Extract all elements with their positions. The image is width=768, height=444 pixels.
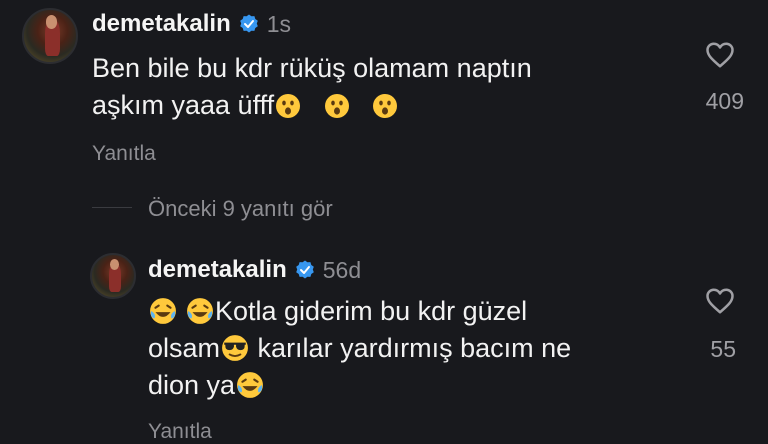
- comment-text-line-2-end: karılar yardırmış bacım ne: [257, 333, 572, 363]
- comment-text-line-1: Kotla giderim bu kdr güzel: [148, 293, 571, 330]
- like-count: 55: [710, 336, 736, 362]
- view-previous-replies-label[interactable]: Önceki 9 yanıtı gör: [148, 196, 333, 222]
- laughing-tears-emoji-icon: [186, 297, 214, 325]
- comment-time: 1s: [266, 10, 292, 37]
- comment-text: Ben bile bu kdr rüküş olamam naptın aşkı…: [92, 50, 532, 124]
- comment-text-line-3: dion ya: [148, 367, 571, 404]
- avatar-head: [109, 259, 119, 271]
- comment-text-line-3-text: dion ya: [148, 370, 236, 400]
- comment-header: demetakalin 1s: [92, 10, 291, 38]
- comment-text: Kotla giderim bu kdr güzel olsam karılar…: [148, 293, 571, 404]
- comment-text-line-2: olsam karılar yardırmış bacım ne: [148, 330, 571, 367]
- username[interactable]: demetakalin: [148, 256, 287, 284]
- avatar[interactable]: [90, 253, 136, 299]
- comment-text-line-1: Ben bile bu kdr rüküş olamam naptın: [92, 53, 532, 83]
- like-count: 409: [705, 88, 744, 114]
- verified-badge-icon: [238, 14, 259, 34]
- heart-icon[interactable]: [705, 286, 735, 316]
- astonished-face-emoji-icon: [373, 94, 398, 118]
- laughing-tears-emoji-icon: [149, 297, 177, 325]
- comment-text-line-2-start: olsam: [148, 333, 221, 363]
- heart-icon[interactable]: [705, 40, 735, 70]
- reply-button[interactable]: Yanıtla: [92, 142, 156, 166]
- astonished-face-emoji-icon: [276, 94, 301, 118]
- comment-time: 56d: [322, 256, 362, 283]
- username[interactable]: demetakalin: [92, 10, 231, 38]
- avatar-head: [45, 15, 58, 29]
- verified-badge-icon: [294, 260, 315, 280]
- comment-text-line-2: aşkım yaaa üfff: [92, 87, 532, 124]
- thread-divider: [92, 207, 132, 208]
- astonished-face-emoji-icon: [324, 94, 349, 118]
- laughing-tears-emoji-icon: [236, 371, 265, 399]
- comment-text-line-2-text: aşkım yaaa üfff: [92, 90, 275, 120]
- reply-button[interactable]: Yanıtla: [148, 420, 212, 444]
- comment-header: demetakalin 56d: [148, 256, 361, 284]
- comment-text-line-1-text: Kotla giderim bu kdr güzel: [215, 296, 528, 326]
- sunglasses-face-emoji-icon: [221, 334, 249, 362]
- avatar[interactable]: [22, 8, 78, 64]
